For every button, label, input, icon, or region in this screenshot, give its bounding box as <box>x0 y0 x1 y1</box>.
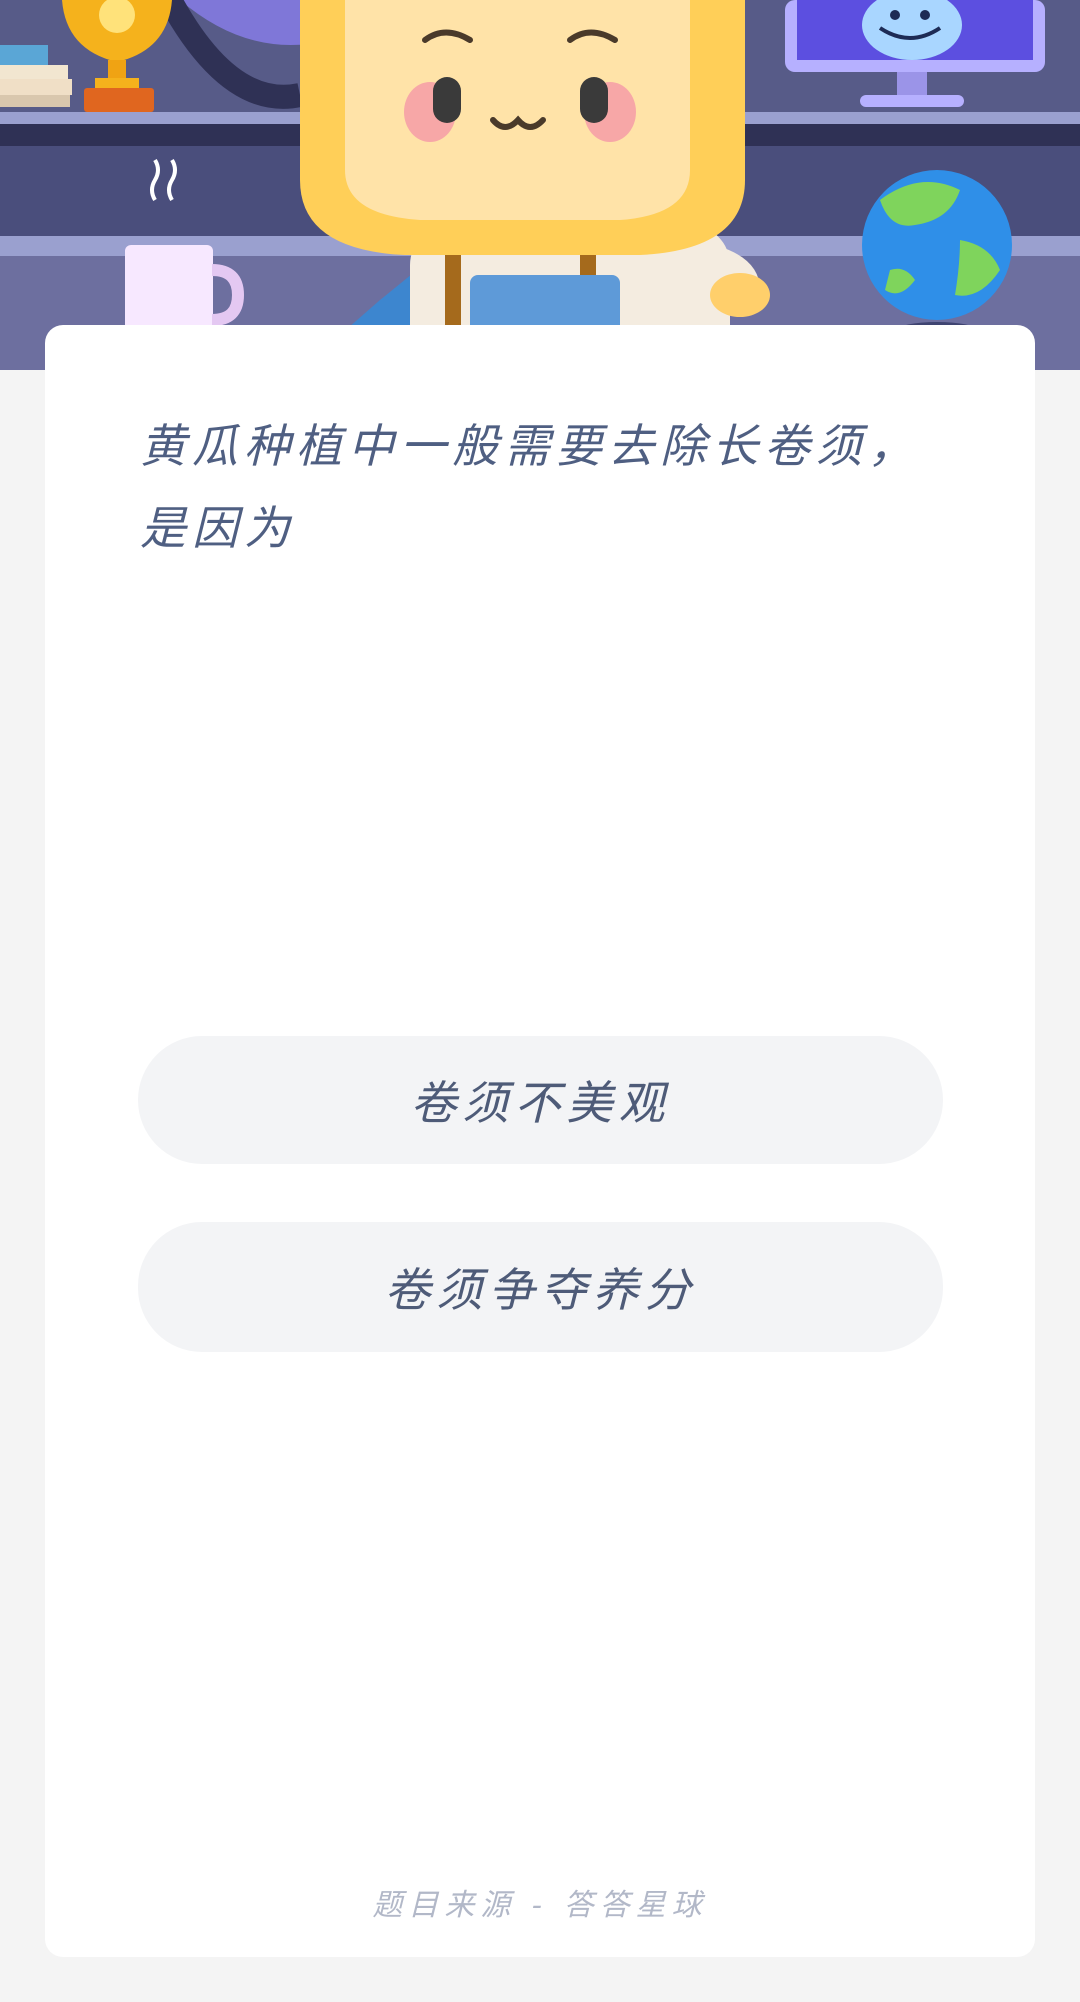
header-illustration <box>0 0 1080 370</box>
answer-option-2[interactable]: 卷须争夺养分 <box>138 1222 943 1352</box>
question-card: 黄瓜种植中一般需要去除长卷须， 是因为 卷须不美观 卷须争夺养分 题目来源 - … <box>45 325 1035 1957</box>
question-source: 题目来源 - 答答星球 <box>372 1888 708 1923</box>
question-line-1: 黄瓜种植中一般需要去除长卷须， <box>140 419 920 473</box>
mascot-illustration <box>300 0 770 370</box>
question-line-2: 是因为 <box>140 501 296 555</box>
question-text: 黄瓜种植中一般需要去除长卷须， 是因为 <box>140 405 940 569</box>
answer-option-1[interactable]: 卷须不美观 <box>138 1036 943 1164</box>
header-illustration-svg <box>0 0 1080 370</box>
answer-option-1-label: 卷须不美观 <box>410 1076 671 1130</box>
answer-option-2-label: 卷须争夺养分 <box>384 1263 697 1317</box>
